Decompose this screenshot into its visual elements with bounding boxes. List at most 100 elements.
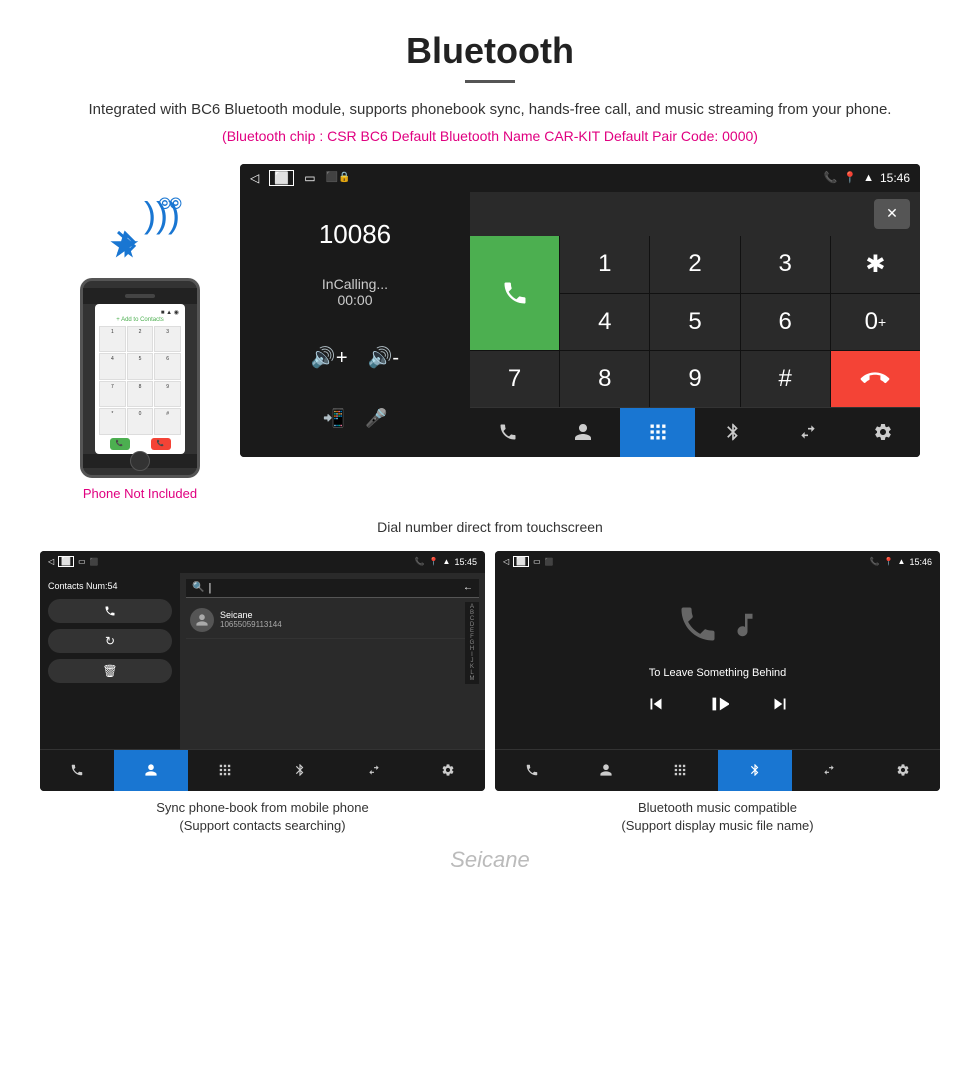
key-3[interactable]: 3 — [741, 236, 830, 293]
sync-contact-button[interactable]: ↻ — [48, 629, 172, 653]
numpad-area: ✕ 1 2 3 ✱ 4 5 6 0+ — [470, 192, 920, 457]
back-icon: ◁ — [250, 171, 259, 185]
contacts-status-bar: ◁ ⬜ ▭ ⬛ 📞 📍 ▲ 15:45 — [40, 551, 485, 573]
contacts-caption: Sync phone-book from mobile phone (Suppo… — [40, 799, 485, 835]
wifi-icon: ▲ — [863, 172, 874, 184]
nav-transfer[interactable] — [770, 408, 845, 457]
music-icon-area — [676, 602, 760, 655]
music-nav-bar — [495, 749, 940, 791]
location-icon: 📍 — [843, 171, 857, 184]
phone-status-icon: 📞 — [824, 171, 838, 184]
call-status: InCalling... 00:00 — [322, 276, 388, 308]
next-track-button[interactable] — [769, 693, 791, 720]
contacts-nav-bar — [40, 749, 485, 791]
music-nav-keypad[interactable] — [643, 750, 717, 791]
key-2[interactable]: 2 — [650, 236, 739, 293]
dial-caption: Dial number direct from touchscreen — [0, 519, 980, 535]
contact-item[interactable]: Seicane 10655059113144 — [186, 602, 465, 639]
call-button[interactable] — [470, 236, 559, 350]
watermark: Seicane — [0, 835, 980, 881]
nav-contacts[interactable] — [545, 408, 620, 457]
music-nav-contacts[interactable] — [569, 750, 643, 791]
contacts-notif-icon: ⬛ — [90, 558, 99, 566]
key-6[interactable]: 6 — [741, 294, 830, 350]
music-time: 15:46 — [909, 557, 932, 567]
mute-icon[interactable]: 🎤 — [365, 408, 387, 429]
key-1[interactable]: 1 — [560, 236, 649, 293]
contacts-recent-icon: ▭ — [78, 557, 86, 566]
notification-icon: ⬛🔒 — [326, 172, 351, 183]
key-hash[interactable]: # — [741, 351, 830, 407]
contacts-nav-bt[interactable] — [263, 750, 337, 791]
key-5[interactable]: 5 — [650, 294, 739, 350]
music-status-bar: ◁ ⬜ ▭ ⬛ 📞 📍 ▲ 15:46 — [495, 551, 940, 573]
music-recent-icon: ▭ — [533, 557, 541, 566]
music-nav-phone[interactable] — [495, 750, 569, 791]
recent-icon: ▭ — [304, 171, 315, 185]
music-caption: Bluetooth music compatible (Support disp… — [495, 799, 940, 835]
bluetooth-icon-area: ))) ★ ⦾⦾ — [100, 194, 180, 264]
key-8[interactable]: 8 — [560, 351, 649, 407]
call-controls: 📲 🎤 — [323, 408, 388, 429]
numpad-delete-button[interactable]: ✕ — [874, 199, 910, 229]
search-back-icon: ← — [463, 582, 473, 593]
phone-call-icon — [676, 602, 720, 655]
contacts-search-bar: 🔍 | ← — [186, 579, 479, 598]
music-nav-settings[interactable] — [866, 750, 940, 791]
alpha-m[interactable]: M — [465, 676, 479, 682]
bluetooth-specs: (Bluetooth chip : CSR BC6 Default Blueto… — [20, 128, 960, 144]
phone-sidebar: ))) ★ ⦾⦾ ■ ▲ ◉ + Add to Contacts 123 456… — [60, 164, 220, 501]
transfer-icon[interactable]: 📲 — [323, 408, 345, 429]
nav-settings[interactable] — [845, 408, 920, 457]
key-0plus[interactable]: 0+ — [831, 294, 920, 350]
call-contact-button[interactable] — [48, 599, 172, 623]
key-9[interactable]: 9 — [650, 351, 739, 407]
contacts-nav-keypad[interactable] — [188, 750, 262, 791]
delete-contact-button[interactable]: 🗑 — [48, 659, 172, 683]
contacts-home-icon: ⬜ — [58, 556, 74, 567]
volume-up-icon[interactable]: 🔊+ — [311, 345, 348, 370]
volume-down-icon[interactable]: 🔊- — [368, 345, 400, 370]
hangup-button[interactable] — [831, 351, 920, 407]
contacts-nav-transfer[interactable] — [337, 750, 411, 791]
music-body: To Leave Something Behind — [495, 573, 940, 749]
contact-phone: 10655059113144 — [220, 620, 282, 629]
main-section: ))) ★ ⦾⦾ ■ ▲ ◉ + Add to Contacts 123 456… — [0, 154, 980, 511]
status-left: ◁ ⬜ ▭ ⬛🔒 — [250, 170, 350, 186]
contacts-loc-icon: 📍 — [429, 557, 439, 566]
page-title: Bluetooth — [20, 30, 960, 72]
dialed-number: 10086 — [319, 219, 391, 250]
contacts-nav-settings[interactable] — [411, 750, 485, 791]
music-song-title: To Leave Something Behind — [649, 667, 787, 679]
search-cursor: | — [208, 582, 463, 594]
numpad-grid: 1 2 3 ✱ 4 5 6 0+ 7 8 9 # — [470, 236, 920, 407]
numpad-input-row: ✕ — [470, 192, 920, 236]
music-nav-bt[interactable] — [718, 750, 792, 791]
music-playback-controls — [645, 693, 791, 720]
contacts-nav-contacts[interactable] — [114, 750, 188, 791]
contacts-list: Seicane 10655059113144 — [186, 602, 465, 684]
music-nav-transfer[interactable] — [792, 750, 866, 791]
music-wifi-icon: ▲ — [898, 557, 906, 566]
contacts-nav-phone[interactable] — [40, 750, 114, 791]
key-4[interactable]: 4 — [560, 294, 649, 350]
key-star[interactable]: ✱ — [831, 236, 920, 293]
nav-keypad[interactable] — [620, 408, 695, 457]
key-7[interactable]: 7 — [470, 351, 559, 407]
wifi-signal-icon: ⦾⦾ — [158, 196, 180, 214]
home-icon: ⬜ — [269, 170, 294, 186]
play-pause-button[interactable] — [707, 693, 729, 720]
contacts-status-left: ◁ ⬜ ▭ ⬛ — [48, 554, 98, 570]
page-header: Bluetooth Integrated with BC6 Bluetooth … — [0, 0, 980, 154]
contacts-right-panel: 🔍 | ← Seicane 10655 — [180, 573, 485, 749]
android-dial-screen: ◁ ⬜ ▭ ⬛🔒 📞 📍 ▲ 15:46 10086 InCalling... … — [240, 164, 920, 457]
dial-nav-bar — [470, 407, 920, 457]
nav-bluetooth[interactable] — [695, 408, 770, 457]
music-notif-icon: ⬛ — [545, 558, 554, 566]
music-phone-icon: 📞 — [870, 557, 880, 566]
music-android-screen: ◁ ⬜ ▭ ⬛ 📞 📍 ▲ 15:46 — [495, 551, 940, 791]
prev-track-button[interactable] — [645, 693, 667, 720]
nav-phone[interactable] — [470, 408, 545, 457]
contacts-phone-icon: 📞 — [415, 557, 425, 566]
contacts-list-area: Seicane 10655059113144 A B C D E — [186, 602, 479, 684]
